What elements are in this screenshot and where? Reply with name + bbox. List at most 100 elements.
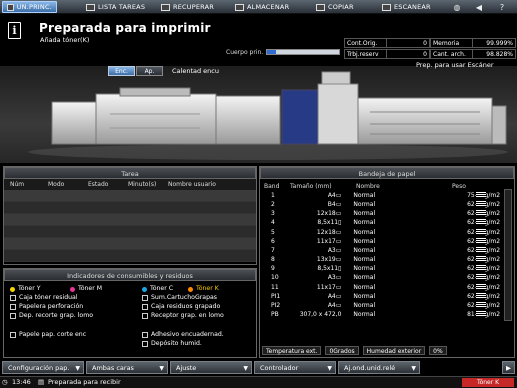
tray-peso: 62-74g/m2 (446, 218, 500, 227)
toner-c-indicator: Tóner C (142, 285, 173, 293)
tray-name: Normal (353, 274, 376, 282)
globe-icon[interactable]: ◍ (451, 2, 463, 12)
tray-size: 13x19▭ (316, 256, 342, 264)
chevron-right-icon: ▶ (506, 364, 511, 372)
tray-row[interactable]: 3 12x18▭ Normal 62-74g/m2 (264, 209, 500, 218)
clock-icon: ◷ (2, 378, 8, 386)
tray-scrollbar[interactable] (504, 189, 512, 321)
power-mode-toggle: Enc. Ap. (108, 66, 163, 76)
tray-row[interactable]: PI2 A4▭ Normal 62-74g/m2 (264, 301, 500, 310)
toner-m-icon (70, 286, 75, 292)
tray-row[interactable]: 5 12x18▭ Normal 62-74g/m2 (264, 228, 500, 237)
tray-name: Normal (353, 192, 376, 199)
paper-level-icon (476, 246, 486, 253)
paper-level-icon (476, 274, 486, 281)
table-row[interactable] (4, 214, 256, 226)
main-body-progress-fill (267, 50, 276, 54)
tray-name: Normal (353, 246, 376, 254)
main-body-progress (266, 49, 340, 55)
relay-unit-button[interactable]: Aj.ond.unid.relé ▼ (338, 361, 420, 374)
tray-name: Normal (353, 219, 376, 227)
paper-level-icon (476, 219, 486, 226)
clock-time: 13:46 (12, 378, 31, 386)
tray-row[interactable]: 7 A3▭ Normal 62-74g/m2 (264, 246, 500, 255)
tray-peso: 62-74g/m2 (446, 301, 500, 310)
counters-panel: Cont.Orig. 0 Memoria 99.999% Trbj.reserv… (344, 38, 517, 60)
tray-name: Normal (353, 265, 376, 273)
tab-scan[interactable]: ESCANEAR (378, 1, 435, 13)
paper-settings-button[interactable]: Configuración pap. ▼ (2, 361, 84, 374)
table-row[interactable] (4, 250, 256, 262)
tray-row[interactable]: 1 A4▭ Normal 75-80g/m2 (264, 191, 500, 200)
tray-row[interactable]: PI1 A4▭ Normal 62-74g/m2 (264, 292, 500, 301)
tray-name: Normal (353, 283, 376, 291)
tray-name: Normal (353, 237, 376, 245)
tray-band: 8 (271, 256, 275, 264)
table-row[interactable] (4, 190, 256, 202)
paper-level-icon (476, 283, 486, 290)
tray-row[interactable]: 10 A3▭ Normal 62-74g/m2 (264, 273, 500, 282)
trim-bin-indicator: Dep. recorte grap. lomo (10, 312, 93, 320)
chevron-down-icon: ▼ (75, 365, 80, 372)
consumables-title: Indicadores de consumibles y residuos (4, 269, 256, 281)
tray-row[interactable]: 4 8,5x11▯ Normal 62-74g/m2 (264, 218, 500, 227)
tab-main-unit[interactable]: UN.PRINC. (2, 1, 57, 13)
paper-tray-panel: Bandeja de papel Band Tamaño (mm) Nombre… (259, 166, 515, 358)
tray-name: Normal (353, 210, 376, 218)
tray-size: A4▭ (327, 301, 342, 309)
tray-row[interactable]: 6 11x17▭ Normal 62-74g/m2 (264, 237, 500, 246)
environment-footer: Temperatura ext. 0Grados Humedad exterio… (262, 346, 447, 355)
volume-icon[interactable]: ◀ (473, 2, 485, 12)
table-row[interactable] (4, 202, 256, 214)
tray-name: Normal (353, 228, 376, 236)
printer-icon (7, 3, 14, 11)
tab-job-list[interactable]: LISTA TAREAS (82, 1, 149, 13)
top-tab-bar: UN.PRINC. LISTA TAREAS RECUPERAR ALMACEN… (0, 0, 517, 14)
paper-level-icon (476, 292, 486, 299)
tab-copy[interactable]: COPIAR (312, 1, 358, 13)
tray-size: 307,0 x 472,0 (299, 310, 342, 318)
punch-icon (10, 304, 16, 311)
tab-store[interactable]: ALMACENAR (231, 1, 293, 13)
tray-peso: 75-80g/m2 (446, 191, 500, 200)
temp-value: 0Grados (325, 346, 359, 355)
tray-band: 5 (271, 228, 275, 236)
help-icon[interactable]: ? (496, 2, 508, 12)
power-on-button[interactable]: Enc. (108, 66, 135, 76)
paper-tray-title: Bandeja de papel (260, 167, 514, 179)
table-row[interactable] (4, 226, 256, 238)
job-table-body (4, 190, 256, 262)
table-row[interactable] (4, 238, 256, 250)
tray-row[interactable]: PB 307,0 x 472,0 Normal 81-91g/m2 (264, 310, 500, 319)
staple-waste-indicator: Caja residuos grapado (142, 303, 220, 311)
tray-size: 8,5x11▯ (317, 265, 342, 273)
waste-toner-indicator: Caja tóner residual (10, 294, 78, 302)
tray-row[interactable]: 8 13x19▭ Normal 62-74g/m2 (264, 255, 500, 264)
toner-alert-badge[interactable]: Tóner K (462, 378, 514, 387)
cut-paper-indicator: Papele pap. corte enc (10, 331, 86, 339)
paper-level-icon (476, 265, 486, 272)
tray-row[interactable]: 11 11x17▭ Normal 62-74g/m2 (264, 283, 500, 292)
tray-peso: 62-74g/m2 (446, 209, 500, 218)
temp-label: Temperatura ext. (262, 346, 322, 355)
power-off-button[interactable]: Ap. (136, 66, 163, 76)
toner-y-icon (10, 286, 15, 292)
humidity-label: Humedad exterior (362, 346, 426, 355)
warming-status: Calentad encu (172, 67, 219, 75)
counter-row: Trbj.reserv 0 Cant. arch. 98.828% (344, 49, 517, 60)
tray-size: 12x18▭ (316, 210, 342, 218)
controller-button[interactable]: Controlador ▼ (254, 361, 336, 374)
next-page-button[interactable]: ▶ (502, 361, 515, 374)
adjust-button[interactable]: Ajuste ▼ (170, 361, 252, 374)
machine-image (0, 66, 517, 163)
printer-status-icon: ▤ (38, 378, 45, 386)
duplex-button[interactable]: Ambas caras ▼ (86, 361, 168, 374)
toner-alert-label: Tóner K (476, 379, 500, 386)
tray-peso: 62-74g/m2 (446, 237, 500, 246)
tray-size: 11x17▭ (316, 283, 342, 291)
tray-row[interactable]: 2 B4▭ Normal 62-74g/m2 (264, 200, 500, 209)
tab-recover[interactable]: RECUPERAR (157, 1, 218, 13)
job-panel: Tarea Núm Modo Estado Minuto(s) Nombre u… (3, 166, 257, 265)
paper-level-icon (476, 201, 486, 208)
tray-row[interactable]: 9 8,5x11▯ Normal 62-74g/m2 (264, 264, 500, 273)
